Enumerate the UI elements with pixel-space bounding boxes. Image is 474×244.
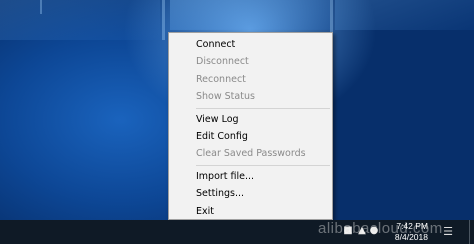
notification-center-icon[interactable]: ☰ [436, 220, 460, 244]
menu-item-clear-saved-passwords: Clear Saved Passwords [196, 148, 306, 160]
menu-item-settings[interactable]: Settings... [169, 185, 332, 202]
network-icon[interactable]: ■ [342, 225, 354, 237]
volume-icon[interactable]: ▲ [356, 225, 368, 237]
menu-item-view-log[interactable]: View Log [169, 111, 332, 128]
clock-date[interactable]: 8/4/2018 [378, 232, 428, 242]
menu-item-exit[interactable]: Exit [169, 203, 332, 220]
menu-item-show-status: Show Status [196, 91, 255, 103]
wallpaper-window-frame [330, 0, 333, 34]
system-tray: ■ ▲ ● 7:42 PM 8/4/2018 ☰ [334, 220, 474, 244]
wallpaper-window-frame [162, 0, 165, 40]
tray-context-menu: Connect Disconnect Reconnect Show Status Vie… [168, 32, 333, 220]
clock-time[interactable]: 7:42 PM [378, 221, 428, 231]
wallpaper-window-pane [170, 0, 330, 30]
taskbar: ■ ▲ ● 7:42 PM 8/4/2018 ☰ [0, 220, 474, 244]
menu-item-connect[interactable]: Connect [169, 36, 332, 53]
menu-item-reconnect: Reconnect [196, 73, 246, 85]
menu-separator [196, 107, 330, 109]
menu-item-disconnect: Disconnect [196, 56, 249, 68]
show-desktop-button[interactable] [469, 220, 474, 244]
menu-item-edit-config[interactable]: Edit Config [169, 128, 332, 145]
menu-item-import-file[interactable]: Import file... [169, 168, 332, 185]
wallpaper-window-frame [40, 0, 42, 14]
wallpaper-window-pane [0, 0, 160, 40]
wallpaper-window-pane [335, 0, 474, 30]
menu-separator [196, 164, 330, 166]
